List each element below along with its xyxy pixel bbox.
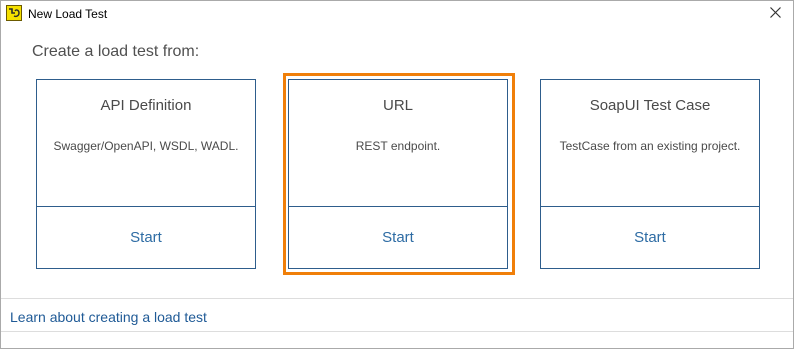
new-load-test-dialog: New Load Test Create a load test from: A… — [0, 0, 794, 349]
start-button-url[interactable]: Start — [289, 207, 507, 268]
card-title: URL — [382, 97, 413, 114]
close-icon — [769, 5, 781, 23]
card-description: REST endpoint. — [355, 139, 441, 153]
card-api-definition[interactable]: API Definition Swagger/OpenAPI, WSDL, WA… — [36, 79, 256, 269]
card-title: API Definition — [100, 97, 192, 114]
close-button[interactable] — [757, 1, 793, 27]
window-title: New Load Test — [28, 7, 108, 21]
start-button-soapui-test-case[interactable]: Start — [541, 207, 759, 268]
card-description: Swagger/OpenAPI, WSDL, WADL. — [53, 139, 239, 153]
card-url[interactable]: URL REST endpoint. Start — [288, 79, 508, 269]
card-soapui-test-case[interactable]: SoapUI Test Case TestCase from an existi… — [540, 79, 760, 269]
learn-more-link[interactable]: Learn about creating a load test — [10, 309, 207, 325]
footer-divider-bottom — [1, 331, 793, 332]
title-bar: New Load Test — [1, 1, 793, 27]
loadui-app-icon — [6, 5, 22, 21]
dialog-heading: Create a load test from: — [32, 43, 200, 60]
footer-divider-top — [1, 298, 793, 299]
start-button-api-definition[interactable]: Start — [37, 207, 255, 268]
card-description: TestCase from an existing project. — [559, 139, 741, 153]
card-title: SoapUI Test Case — [589, 97, 711, 114]
